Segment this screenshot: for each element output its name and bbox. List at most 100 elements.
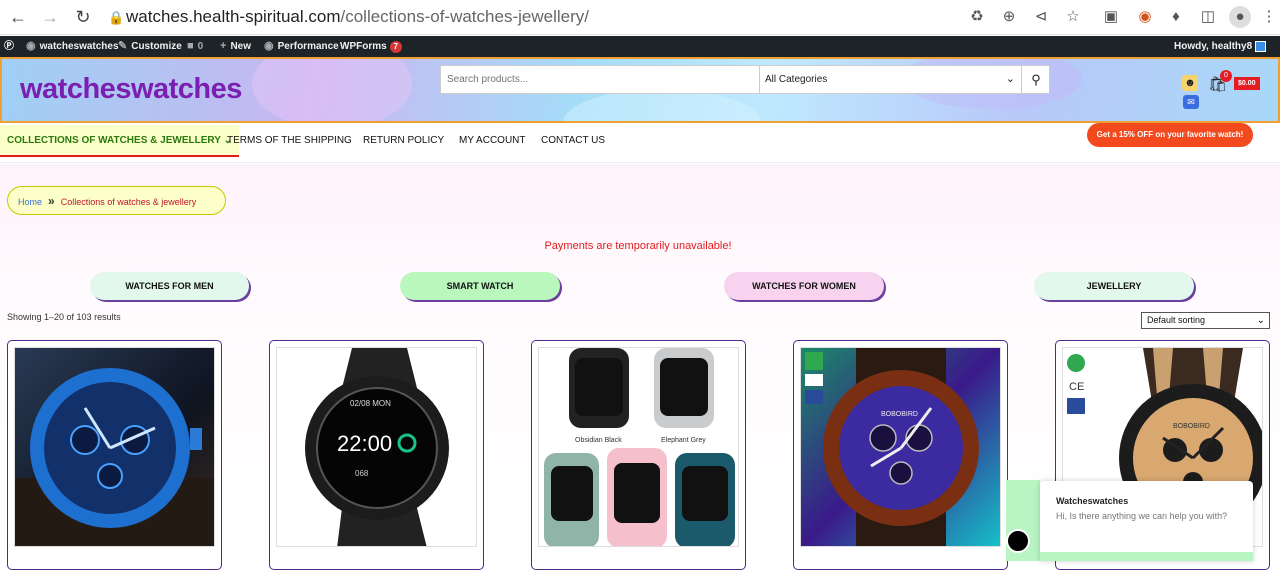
- zoom-icon[interactable]: ⊕: [998, 6, 1020, 28]
- nav-item-shipping-terms[interactable]: TERMS OF THE SHIPPING: [227, 123, 352, 159]
- category-smart-watch-button[interactable]: SMART WATCH: [400, 272, 560, 300]
- adminbar-wpforms[interactable]: WPForms 7: [340, 36, 402, 57]
- product-image[interactable]: 02/08 MON 22:00 068: [276, 347, 477, 547]
- category-select[interactable]: All Categories ⌄: [759, 66, 1021, 93]
- translate-icon[interactable]: ♻: [966, 6, 988, 28]
- product-card[interactable]: Obsidian Black Elephant Grey: [531, 340, 746, 570]
- search-icon: ⚲: [1031, 72, 1041, 87]
- adminbar-customize-label: Customize: [131, 41, 182, 52]
- browser-toolbar: ← → ↻ 🔒 watches.health-spiritual.com/coll…: [0, 0, 1280, 35]
- promo-button[interactable]: Get a 15% OFF on your favorite watch!: [1087, 123, 1253, 147]
- performance-icon: ◉: [264, 40, 274, 52]
- adminbar-comments[interactable]: ■ 0: [187, 36, 203, 57]
- share-icon[interactable]: ⊲: [1030, 6, 1052, 28]
- breadcrumb-home-link[interactable]: Home: [18, 197, 42, 207]
- wordpress-logo-icon[interactable]: Ⓟ: [4, 36, 14, 57]
- nav-item-contact-us[interactable]: CONTACT US: [541, 123, 605, 159]
- header-bg-blob: [252, 59, 412, 121]
- color-label-obsidian: Obsidian Black: [575, 437, 622, 444]
- breadcrumb-current: Collections of watches & jewellery: [60, 197, 197, 207]
- product-image[interactable]: Obsidian Black Elephant Grey: [538, 347, 739, 547]
- product-image[interactable]: [14, 347, 215, 547]
- sorting-select[interactable]: Default sorting ⌄: [1141, 312, 1270, 329]
- brush-icon: ✎: [118, 40, 128, 52]
- bug-extension-icon[interactable]: ◉: [1134, 6, 1156, 28]
- sorting-select-value: Default sorting: [1147, 315, 1206, 325]
- nav-item-label: COLLECTIONS OF WATCHES & JEWELLERY: [7, 135, 221, 146]
- category-watches-men-button[interactable]: WATCHES FOR MEN: [90, 272, 249, 300]
- site-logo[interactable]: watcheswatches: [20, 73, 242, 106]
- adminbar-new-label: New: [230, 41, 251, 52]
- comment-icon: ■: [187, 40, 194, 52]
- breadcrumb: Home » Collections of watches & jewellery: [7, 186, 226, 215]
- adminbar-comments-count: 0: [197, 41, 204, 52]
- watch-image-wooden-purple: BOBOBIRD: [805, 348, 979, 546]
- chevron-down-icon: ⌄: [1005, 73, 1015, 85]
- lock-icon: 🔒: [108, 10, 125, 25]
- nav-item-collections[interactable]: COLLECTIONS OF WATCHES & JEWELLERY ⌄: [0, 125, 239, 157]
- search-button[interactable]: ⚲: [1021, 66, 1050, 93]
- wp-admin-bar: Ⓟ ◉ watcheswatches ✎ Customize ■ 0 + New ◉ Pe…: [0, 36, 1280, 57]
- watch-image-blue-chronograph: [15, 368, 214, 546]
- chat-agent-name: Watcheswatches: [1056, 496, 1129, 506]
- product-image[interactable]: BOBOBIRD: [800, 347, 1001, 547]
- site-header: watcheswatches All Categories⌄ ⚲ ☻ ✉ 🛍 0…: [0, 57, 1280, 123]
- category-watches-women-button[interactable]: WATCHES FOR WOMEN: [724, 272, 884, 300]
- devtools-extension-icon[interactable]: ▣: [1100, 6, 1122, 28]
- product-card[interactable]: BOBOBIRD: [793, 340, 1008, 570]
- chevron-down-icon: ⌄: [1256, 315, 1265, 326]
- product-search: All Categories ⌄ ⚲: [440, 65, 1050, 94]
- main-navigation: COLLECTIONS OF WATCHES & JEWELLERY ⌄ TER…: [0, 123, 1280, 163]
- cart-total[interactable]: $0.00: [1234, 77, 1260, 90]
- chat-input-bar[interactable]: [1040, 552, 1253, 561]
- product-card[interactable]: 02/08 MON 22:00 068: [269, 340, 484, 570]
- search-input[interactable]: [441, 66, 759, 93]
- nav-item-my-account[interactable]: MY ACCOUNT: [459, 123, 526, 159]
- adminbar-account[interactable]: Howdy, healthy8: [1174, 36, 1266, 57]
- brand-text: BOBOBIRD: [881, 411, 918, 418]
- back-icon[interactable]: ←: [5, 5, 31, 29]
- nav-item-return-policy[interactable]: RETURN POLICY: [363, 123, 444, 159]
- chat-popup[interactable]: Watcheswatches Hi, Is there anything we …: [1040, 481, 1253, 561]
- adminbar-site[interactable]: ◉ watcheswatches: [26, 36, 119, 57]
- adminbar-site-label: watcheswatches: [39, 41, 119, 52]
- chat-message: Hi, Is there anything we can help you wi…: [1056, 511, 1228, 521]
- message-icon[interactable]: ✉: [1183, 95, 1199, 109]
- profile-avatar-icon[interactable]: ●: [1229, 6, 1251, 28]
- adminbar-wpforms-label: WPForms: [340, 41, 387, 52]
- url-path: /collections-of-watches-jewellery/: [340, 7, 589, 26]
- adminbar-customize[interactable]: ✎ Customize: [118, 36, 182, 57]
- forward-icon[interactable]: →: [37, 5, 63, 29]
- dashboard-icon: ◉: [26, 40, 36, 52]
- menu-kebab-icon[interactable]: ⋮: [1258, 6, 1280, 28]
- cart-count-badge: 0: [1220, 70, 1232, 82]
- sidepanel-icon[interactable]: ◫: [1197, 6, 1219, 28]
- wpforms-badge: 7: [389, 41, 402, 53]
- adminbar-new[interactable]: + New: [220, 36, 251, 57]
- breadcrumb-separator: »: [48, 194, 55, 208]
- watch-date-text: 02/08 MON: [350, 399, 391, 408]
- product-card[interactable]: [7, 340, 222, 570]
- bookmark-star-icon[interactable]: ☆: [1062, 6, 1084, 28]
- header-bg-blob: [562, 89, 762, 121]
- adminbar-howdy: Howdy, healthy8: [1174, 41, 1253, 52]
- plus-icon: +: [220, 40, 227, 52]
- payment-notice: Payments are temporarily unavailable!: [544, 240, 732, 252]
- extensions-puzzle-icon[interactable]: ♦: [1165, 6, 1187, 28]
- brand-text: BOBOBIRD: [1173, 423, 1210, 430]
- results-count: Showing 1–20 of 103 results: [7, 312, 121, 322]
- reload-icon[interactable]: ↻: [70, 5, 96, 29]
- adminbar-performance[interactable]: ◉ Performance: [264, 36, 339, 57]
- category-select-value: All Categories: [765, 74, 828, 85]
- address-bar[interactable]: 🔒 watches.health-spiritual.com/collection…: [108, 3, 948, 31]
- watch-steps-text: 068: [355, 469, 369, 478]
- watch-image-smartwatch-round: 02/08 MON 22:00 068: [305, 348, 449, 546]
- category-jewellery-button[interactable]: JEWELLERY: [1034, 272, 1194, 300]
- adminbar-performance-label: Performance: [277, 41, 339, 52]
- chat-launcher-button[interactable]: [1006, 529, 1030, 553]
- watch-image-smartwatch-colors: Obsidian Black Elephant Grey: [544, 348, 735, 546]
- admin-avatar-icon: [1254, 40, 1266, 52]
- user-account-icon[interactable]: ☻: [1182, 75, 1198, 91]
- ce-mark-text: CE: [1069, 381, 1084, 393]
- watch-time-text: 22:00: [337, 431, 392, 456]
